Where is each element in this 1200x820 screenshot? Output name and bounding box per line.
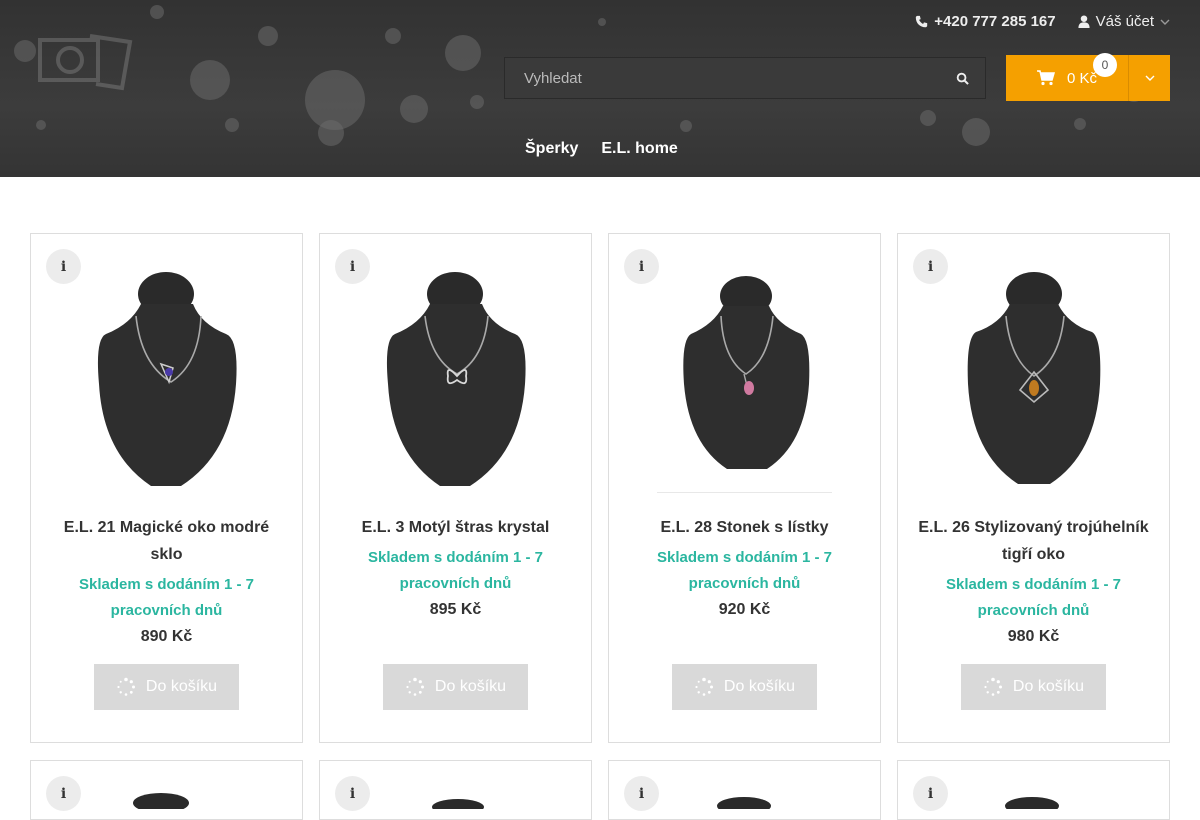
pendant — [165, 368, 173, 376]
product-card[interactable]: i — [319, 760, 592, 820]
availability: Skladem s dodáním 1 - 7 pracovních dnů — [656, 549, 833, 592]
user-icon — [1078, 15, 1090, 28]
search-bar — [504, 57, 986, 99]
info-icon[interactable]: i — [335, 249, 370, 284]
info-icon[interactable]: i — [913, 776, 948, 811]
product-card[interactable]: i — [30, 760, 303, 820]
add-to-cart-label: Do košíku — [434, 678, 507, 695]
info-icon[interactable]: i — [335, 776, 370, 811]
product-title[interactable]: E.L. 26 Stylizovaný trojúhelník tigří ok… — [918, 514, 1149, 568]
availability: Skladem s dodáním 1 - 7 pracovních dnů — [945, 576, 1122, 619]
product-card[interactable]: i E.L. 3 Motýl štras krystal Skladem s d… — [319, 233, 592, 743]
product-card[interactable]: i E.L. 26 Stylizovaný trojúhelník tigří … — [897, 233, 1170, 743]
product-card[interactable]: i E.L. 21 Magické oko modré sklo Skladem… — [30, 233, 303, 743]
info-icon[interactable]: i — [913, 249, 948, 284]
info-icon[interactable]: i — [624, 249, 659, 284]
add-to-cart-label: Do košíku — [145, 678, 218, 695]
logo[interactable] — [30, 28, 140, 98]
nav-item-sperky[interactable]: Šperky — [525, 140, 578, 158]
chevron-down-icon — [1160, 19, 1170, 25]
main-nav: Šperky E.L. home — [525, 140, 678, 158]
availability: Skladem s dodáním 1 - 7 pracovních dnů — [78, 576, 255, 619]
info-icon[interactable]: i — [624, 776, 659, 811]
product-info: E.L. 28 Stonek s lístky Skladem s dodání… — [629, 514, 860, 623]
product-image[interactable] — [370, 264, 545, 494]
product-image[interactable] — [428, 795, 488, 809]
top-bar: +420 777 285 167 Váš účet — [915, 13, 1170, 30]
add-to-cart-button[interactable]: Do košíku — [94, 664, 239, 710]
product-card[interactable]: i — [608, 760, 881, 820]
product-info: E.L. 21 Magické oko modré sklo Skladem s… — [51, 514, 282, 650]
product-image[interactable] — [948, 264, 1123, 494]
phone-number: +420 777 285 167 — [934, 13, 1056, 30]
spinner-icon — [406, 677, 424, 696]
account-label: Váš účet — [1095, 13, 1154, 30]
add-to-cart-label: Do košíku — [1012, 678, 1085, 695]
spinner-icon — [695, 677, 713, 696]
cart-icon — [1036, 70, 1055, 86]
product-image[interactable] — [131, 789, 191, 809]
phone-icon — [916, 15, 928, 28]
price: 920 Kč — [718, 601, 771, 618]
search-button[interactable] — [939, 58, 985, 98]
product-card[interactable]: i E.L. 28 Stonek s lístky Skladem s dodá… — [608, 233, 881, 743]
site-header: +420 777 285 167 Váš účet 0 Kč 0 Šperky … — [0, 0, 1200, 177]
cart-count-badge: 0 — [1093, 53, 1117, 77]
cart-widget: 0 Kč — [1006, 55, 1170, 101]
price: 895 Kč — [429, 601, 482, 618]
phone-link[interactable]: +420 777 285 167 — [915, 13, 1056, 30]
nav-item-el-home[interactable]: E.L. home — [601, 140, 677, 158]
availability: Skladem s dodáním 1 - 7 pracovních dnů — [367, 549, 544, 592]
product-image[interactable] — [1002, 793, 1062, 809]
product-title[interactable]: E.L. 3 Motýl štras krystal — [340, 514, 571, 541]
add-to-cart-label: Do košíku — [723, 678, 796, 695]
product-info: E.L. 26 Stylizovaný trojúhelník tigří ok… — [918, 514, 1149, 650]
product-card[interactable]: i — [897, 760, 1170, 820]
add-to-cart-button[interactable]: Do košíku — [672, 664, 817, 710]
account-menu[interactable]: Váš účet — [1078, 13, 1170, 30]
product-info: E.L. 3 Motýl štras krystal Skladem s dod… — [340, 514, 571, 623]
price: 890 Kč — [140, 628, 193, 645]
cart-total: 0 Kč — [1066, 69, 1097, 87]
search-icon — [956, 72, 969, 85]
product-title[interactable]: E.L. 21 Magické oko modré sklo — [51, 514, 282, 568]
product-title[interactable]: E.L. 28 Stonek s lístky — [629, 514, 860, 541]
product-image[interactable] — [714, 793, 774, 809]
price: 980 Kč — [1007, 628, 1060, 645]
divider — [657, 492, 832, 493]
info-icon[interactable]: i — [46, 249, 81, 284]
info-icon[interactable]: i — [46, 776, 81, 811]
spinner-icon — [984, 677, 1002, 696]
product-image[interactable] — [659, 264, 834, 494]
cart-dropdown-toggle[interactable] — [1129, 55, 1170, 101]
spinner-icon — [117, 677, 135, 696]
product-image[interactable] — [81, 264, 256, 494]
chevron-down-icon — [1145, 75, 1154, 81]
add-to-cart-button[interactable]: Do košíku — [383, 664, 528, 710]
search-input[interactable] — [505, 58, 939, 98]
add-to-cart-button[interactable]: Do košíku — [961, 664, 1106, 710]
